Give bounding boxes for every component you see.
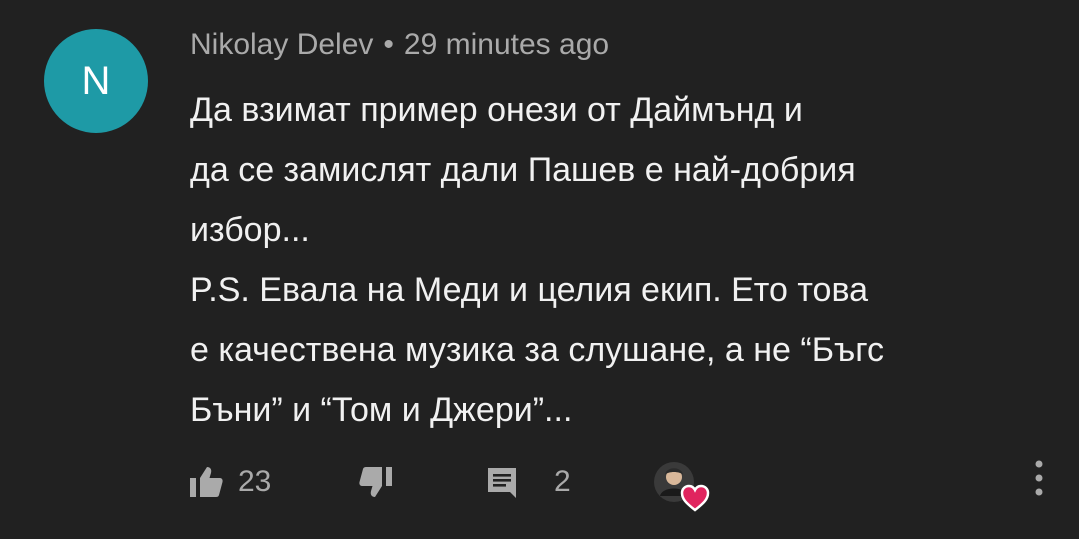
comment-line: е качествена музика за слушане, а не “Бъ… <box>190 331 884 369</box>
reply-button[interactable]: 2 <box>484 452 571 512</box>
comment-actions: 23 2 <box>0 452 1079 512</box>
comment-icon <box>484 464 520 500</box>
reply-count: 2 <box>554 465 571 498</box>
thumbs-down-icon <box>358 465 394 499</box>
thumbs-up-icon <box>188 465 224 499</box>
like-button[interactable]: 23 <box>188 452 271 512</box>
comment-line: P.S. Евала на Меди и целия екип. Ето тов… <box>190 271 869 309</box>
comment-time[interactable]: 29 minutes ago <box>404 28 609 61</box>
avatar-letter: N <box>81 58 111 103</box>
heart-icon <box>680 484 710 517</box>
dislike-button[interactable] <box>358 452 394 512</box>
author-name[interactable]: Nikolay Delev <box>190 28 373 61</box>
comment-meta: Nikolay Delev • 29 minutes ago <box>190 28 609 62</box>
comment-line: да се замислят дали Пашев е най-добрия <box>190 151 856 189</box>
more-options-button[interactable] <box>1035 460 1043 501</box>
comment-line: Да взимат пример онези от Даймънд и <box>190 91 803 129</box>
creator-heart <box>652 458 710 516</box>
like-count: 23 <box>238 465 272 498</box>
avatar[interactable]: N <box>44 29 148 133</box>
more-vertical-icon <box>1035 460 1043 500</box>
comment-card: N Nikolay Delev • 29 minutes ago Да взимат… <box>0 0 1079 539</box>
comment-line: Бъни” и “Том и Джери”... <box>190 391 573 429</box>
meta-separator: • <box>383 28 394 61</box>
comment-line: избор... <box>190 211 310 249</box>
comment-text: Да взимат пример онези от Даймънд и да с… <box>190 80 1050 440</box>
